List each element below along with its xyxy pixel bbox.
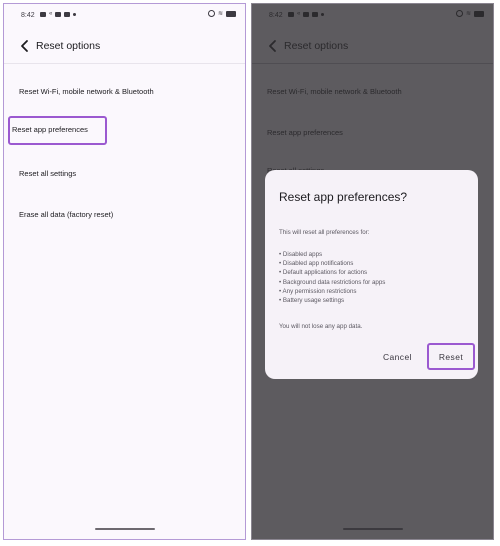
list-item: • Disabled app notifications — [279, 260, 354, 268]
dialog-reset-list: • Disabled apps • Disabled app notificat… — [279, 250, 385, 305]
gesture-nav-handle[interactable] — [94, 528, 155, 530]
list-item: • Disabled apps — [279, 251, 323, 258]
status-time: 8:42 — [269, 12, 283, 19]
signal-icon: « — [297, 11, 301, 17]
status-left-icons: « — [288, 11, 325, 17]
wifi-icon: ≋ — [217, 10, 223, 17]
status-right-icons: ≋ — [207, 10, 236, 17]
reset-button[interactable]: Reset — [427, 343, 475, 370]
status-bar: 8:42 « ≋ — [252, 4, 493, 26]
divider — [4, 63, 245, 64]
linkedin-icon — [40, 11, 46, 17]
mail-icon — [312, 11, 319, 17]
reset-options-dialog-screen: 8:42 « ≋ Reset options Reset Wi-Fi, mobi… — [251, 3, 494, 540]
page-title: Reset options — [284, 40, 349, 52]
back-arrow-icon[interactable] — [266, 39, 280, 53]
signal-icon: « — [49, 11, 53, 17]
linkedin-icon — [288, 11, 294, 17]
list-item: • Default applications for actions — [279, 269, 368, 277]
reset-app-preferences-dialog: Reset app preferences? This will reset a… — [265, 170, 478, 379]
divider — [252, 63, 493, 64]
dot-icon — [73, 12, 77, 16]
status-left-icons: « — [40, 11, 77, 17]
list-item: • Battery usage settings — [279, 296, 345, 304]
reset-network-item[interactable]: Reset Wi-Fi, mobile network & Bluetooth — [267, 87, 402, 96]
app-bar: Reset options — [252, 32, 493, 62]
mail-icon — [303, 11, 310, 17]
status-bar: 8:42 « ≋ — [4, 4, 245, 26]
wifi-icon: ≋ — [465, 10, 471, 17]
reset-options-screen: 8:42 « ≋ Reset options Reset Wi-Fi, mobi… — [3, 3, 246, 540]
back-arrow-icon[interactable] — [18, 39, 32, 53]
gesture-nav-handle[interactable] — [342, 528, 403, 530]
reset-app-preferences-item[interactable]: Reset app preferences — [8, 116, 107, 145]
mail-icon — [64, 11, 71, 17]
reset-all-settings-item[interactable]: Reset all settings — [19, 169, 76, 178]
dialog-intro: This will reset all preferences for: — [279, 229, 370, 236]
erase-all-data-item[interactable]: Erase all data (factory reset) — [19, 210, 113, 219]
battery-icon — [226, 10, 236, 17]
status-time: 8:42 — [21, 12, 35, 19]
dialog-title: Reset app preferences? — [279, 190, 408, 204]
page-title: Reset options — [36, 40, 101, 52]
list-item: • Background data restrictions for apps — [279, 278, 386, 286]
dot-icon — [321, 12, 325, 16]
dialog-note: You will not lose any app data. — [279, 323, 363, 330]
list-item: • Any permission restrictions — [279, 287, 357, 295]
battery-icon — [474, 10, 484, 17]
alarm-icon — [207, 10, 215, 17]
alarm-icon — [455, 10, 463, 17]
app-bar: Reset options — [4, 32, 245, 62]
reset-network-item[interactable]: Reset Wi-Fi, mobile network & Bluetooth — [19, 87, 154, 96]
mail-icon — [55, 11, 62, 17]
status-right-icons: ≋ — [455, 10, 484, 17]
reset-app-preferences-item[interactable]: Reset app preferences — [267, 128, 343, 137]
cancel-button[interactable]: Cancel — [383, 352, 412, 362]
